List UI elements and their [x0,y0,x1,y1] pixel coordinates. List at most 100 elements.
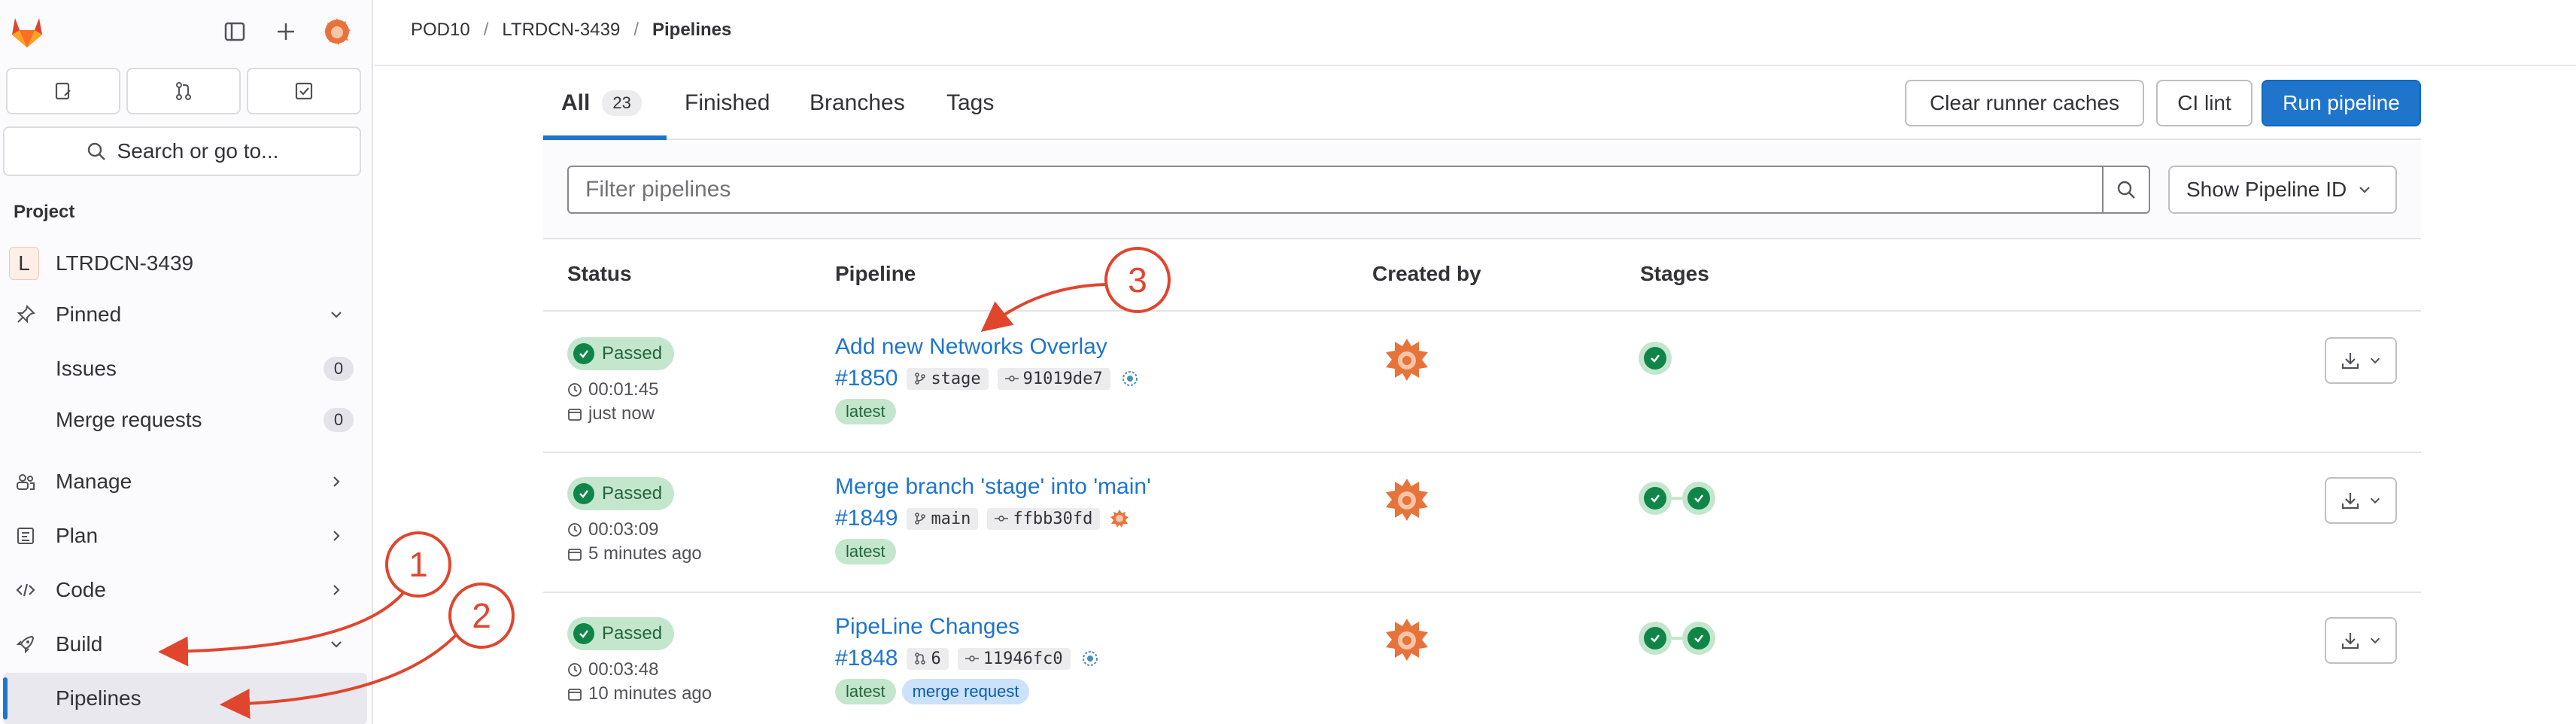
merge-request-ref[interactable]: 6 [907,647,949,670]
pipeline-id-link[interactable]: #1849 [835,506,898,531]
breadcrumb-separator: / [483,20,489,40]
clock-icon [568,383,582,397]
sidebar-item-label: Pipelines [56,686,141,710]
tab-count-badge: 23 [602,90,642,116]
pipeline-title-link[interactable]: Merge branch 'stage' into 'main' [835,474,1151,500]
sidebar-item-project[interactable]: L LTRDCN-3439 [0,238,367,289]
todo-icon [295,82,313,100]
commit-sha[interactable]: 11946fc0 [957,647,1071,670]
sidebar-item-pinned[interactable]: Pinned [0,289,367,340]
project-avatar: L [9,247,39,280]
sidebar-header [0,0,373,63]
sidebar-item-label: Issues [56,357,117,380]
chevron-down-icon [325,303,348,326]
table-header: Status Pipeline Created by Stages [543,239,2421,312]
issues-shortcut-button[interactable] [6,68,120,114]
run-pipeline-button[interactable]: Run pipeline [2262,80,2421,126]
branch-icon [915,373,926,385]
stage-passed-icon[interactable] [1682,482,1715,515]
download-artifacts-button[interactable] [2325,617,2397,664]
sidebar-item-issues[interactable]: Issues 0 [0,343,367,394]
sidebar-item-manage[interactable]: Manage [0,456,367,507]
creator-avatar[interactable] [1384,477,1429,522]
gitlab-logo[interactable] [8,12,47,51]
stage-passed-icon[interactable] [1639,342,1672,375]
sidebar-item-label: Pinned [56,303,122,326]
show-pipeline-id-dropdown[interactable]: Show Pipeline ID [2168,166,2397,214]
commit-sha[interactable]: ffbb30fd [987,507,1101,530]
status-label: Passed [602,483,663,503]
pipeline-tags: latest merge request [835,679,1030,704]
merge-requests-shortcut-button[interactable] [126,68,241,114]
chevron-down-icon [2370,497,2380,504]
top-bar: POD10 / LTRDCN-3439 / Pipelines [375,0,2576,66]
sidebar-item-code[interactable]: Code [0,564,367,616]
stage-passed-icon[interactable] [1682,622,1715,655]
commit-author-avatar[interactable] [1109,508,1130,529]
chevron-down-icon [2359,187,2371,193]
user-avatar[interactable] [322,17,352,47]
breadcrumb-group[interactable]: POD10 [411,20,470,41]
sidebar-item-label: Merge requests [56,408,202,431]
filter-pipelines-input[interactable]: Filter pipelines [567,166,2104,214]
sidebar-item-plan[interactable]: Plan [0,510,367,561]
table-row: Passed 00:03:09 5 minutes ago Merge bran… [543,453,2421,593]
stage-connector [1672,637,1682,640]
download-artifacts-button[interactable] [2325,337,2397,384]
pipeline-stages [1639,342,1672,375]
stage-passed-icon[interactable] [1639,482,1672,515]
commit-author-avatar[interactable] [1119,368,1141,389]
sidebar-item-label: Manage [56,470,132,493]
tab-tags[interactable]: Tags [946,90,994,116]
latest-badge: latest [835,539,896,564]
breadcrumb-current[interactable]: Pipelines [652,20,731,41]
commit-sha-value: ffbb30fd [1013,509,1093,528]
stage-passed-icon[interactable] [1639,622,1672,655]
calendar-icon [568,409,582,421]
commit-icon [1004,376,1019,382]
status-badge[interactable]: Passed [567,477,675,510]
branch-ref[interactable]: stage [907,367,989,390]
sidebar-toggle-icon[interactable] [220,17,250,47]
duration: 00:03:48 [567,659,658,680]
check-circle-icon [573,343,594,364]
annotation-number: 1 [409,545,428,584]
plus-icon[interactable] [271,17,301,47]
pipeline-title-link[interactable]: Add new Networks Overlay [835,334,1107,360]
status-badge[interactable]: Passed [567,617,675,650]
merge-request-icon [915,653,926,665]
sidebar-item-pipelines[interactable]: Pipelines [3,673,367,724]
tab-all[interactable]: All 23 [561,90,642,116]
tab-finished[interactable]: Finished [685,90,770,116]
commit-author-avatar[interactable] [1080,648,1101,669]
creator-avatar[interactable] [1384,617,1429,662]
branch-name: stage [931,369,981,388]
dropdown-label: Show Pipeline ID [2186,178,2347,201]
commit-sha[interactable]: 91019de7 [997,367,1110,390]
duration: 00:01:45 [567,379,658,400]
branch-ref[interactable]: main [907,507,979,530]
pipeline-title-link[interactable]: PipeLine Changes [835,614,1019,640]
creator-avatar[interactable] [1384,337,1429,382]
ci-lint-button[interactable]: CI lint [2156,80,2252,126]
pipeline-id-link[interactable]: #1848 [835,646,898,671]
clear-runner-caches-button[interactable]: Clear runner caches [1905,80,2144,126]
todo-shortcut-button[interactable] [247,68,361,114]
tab-branches[interactable]: Branches [810,90,905,116]
search-button[interactable]: Search or go to... [3,126,361,176]
column-header-created-by: Created by [1372,262,1481,285]
download-icon [2341,633,2359,649]
sidebar-item-build[interactable]: Build [0,619,367,670]
stage-connector [1672,497,1682,500]
breadcrumb-project[interactable]: LTRDCN-3439 [502,20,620,41]
status-badge[interactable]: Passed [567,337,675,370]
duration-value: 00:01:45 [588,379,659,400]
merge-request-number: 6 [931,649,941,668]
filter-search-button[interactable] [2102,166,2150,214]
sidebar-item-merge-requests[interactable]: Merge requests 0 [0,394,367,446]
pipeline-info: #1849 main ffbb30fd [835,506,1130,531]
pipeline-id-link[interactable]: #1850 [835,366,898,391]
download-icon [2341,353,2359,370]
sidebar-shortcuts [6,68,361,114]
download-artifacts-button[interactable] [2325,477,2397,524]
